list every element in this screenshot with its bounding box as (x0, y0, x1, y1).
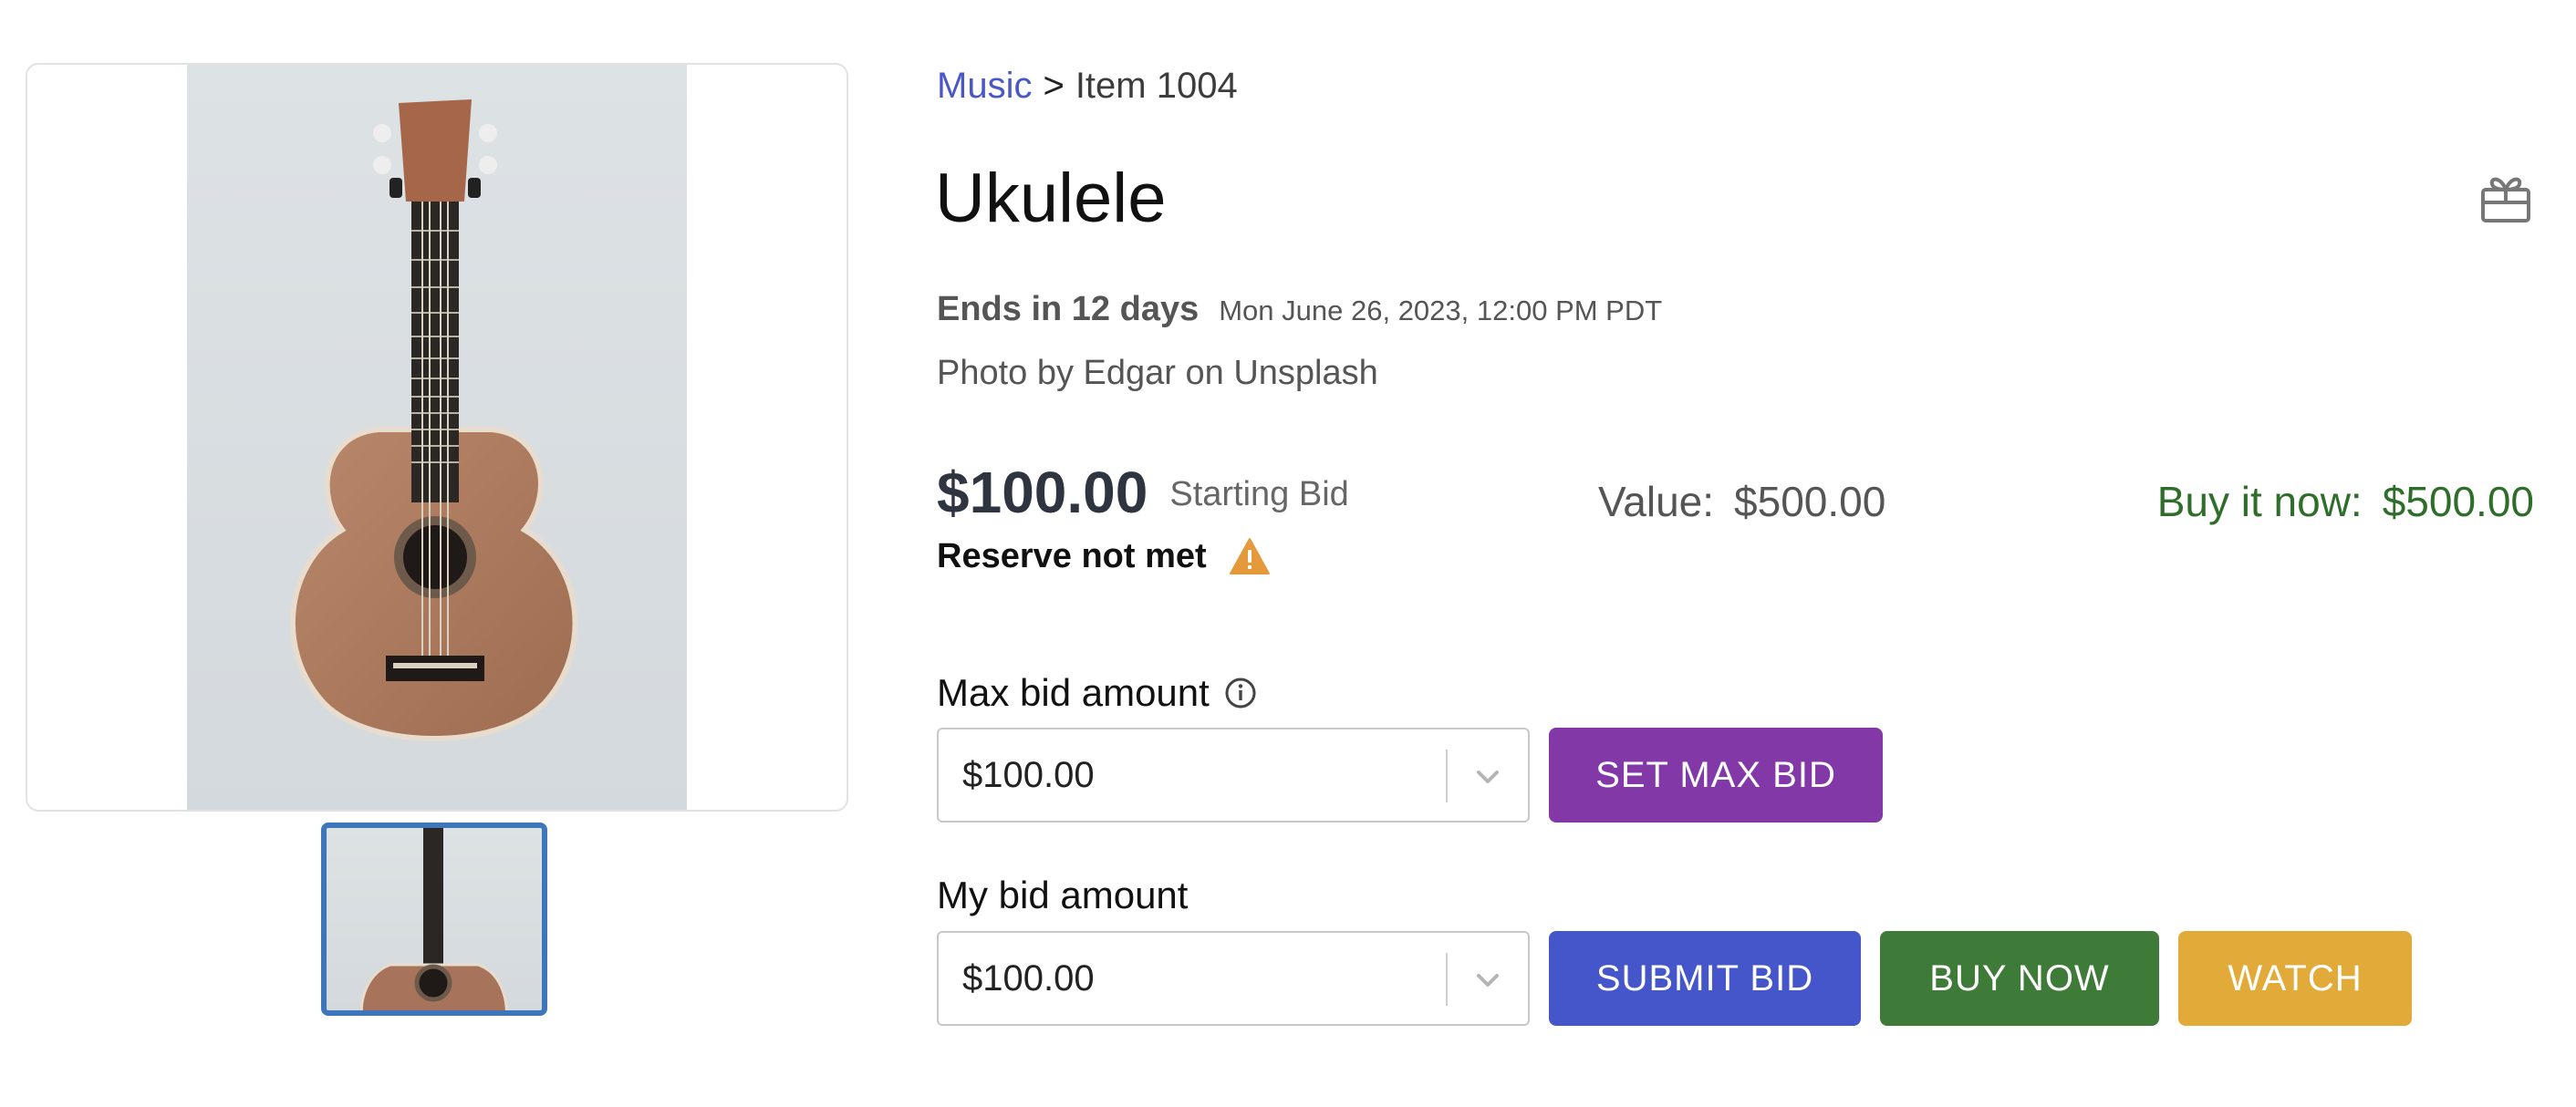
item-title: Ukulele (935, 160, 1167, 237)
item-value: Value: $500.00 (1598, 472, 1885, 531)
current-price: $100.00 (937, 460, 1148, 525)
my-bid-label: My bid amount (937, 870, 1188, 921)
max-bid-selected-value: $100.00 (962, 755, 1095, 795)
value-amount: $500.00 (1734, 478, 1886, 525)
my-bid-selected-value: $100.00 (962, 958, 1095, 998)
submit-bid-button[interactable]: SUBMIT BID (1549, 931, 1861, 1026)
reserve-status-text: Reserve not met (937, 536, 1207, 575)
gift-icon[interactable] (2479, 171, 2532, 224)
fullscreen-expand-icon[interactable] (721, 692, 784, 756)
my-bid-label-text: My bid amount (937, 874, 1189, 916)
end-date-text: Mon June 26, 2023, 12:00 PM PDT (1219, 295, 1663, 326)
buy-it-now-price: Buy it now: $500.00 (2157, 472, 2534, 531)
info-icon[interactable] (1224, 677, 1257, 709)
max-bid-select[interactable]: $100.00 (937, 728, 1530, 822)
buy-it-now-amount: $500.00 (2382, 478, 2534, 525)
value-label: Value: (1598, 478, 1715, 525)
warning-icon (1229, 538, 1270, 574)
max-bid-label-text: Max bid amount (937, 671, 1210, 714)
current-price-row: $100.00 Starting Bid (937, 456, 1349, 545)
watch-button[interactable]: WATCH (2178, 931, 2412, 1026)
ukulele-illustration (289, 99, 578, 741)
reserve-status: Reserve not met (937, 533, 1271, 579)
ends-in-text: Ends in 12 days (937, 290, 1200, 328)
breadcrumb-category-link[interactable]: Music (937, 66, 1032, 106)
ukulele-photo (187, 65, 687, 810)
price-label: Starting Bid (1169, 475, 1349, 513)
photo-credit: Photo by Edgar on Unsplash (937, 354, 1378, 392)
thumbnail-illustration (359, 828, 508, 1010)
breadcrumb-separator: > (1043, 66, 1065, 106)
my-bid-select[interactable]: $100.00 (937, 931, 1530, 1026)
buy-it-now-label: Buy it now: (2156, 478, 2363, 525)
set-max-bid-button[interactable]: SET MAX BID (1549, 728, 1883, 822)
select-divider (1446, 953, 1448, 1006)
select-divider (1446, 750, 1448, 802)
chevron-down-icon[interactable] (1471, 760, 1504, 793)
chevron-down-icon[interactable] (1471, 964, 1504, 997)
buy-now-button[interactable]: BUY NOW (1880, 931, 2159, 1026)
max-bid-label: Max bid amount (937, 667, 1257, 719)
main-image-panel[interactable] (26, 63, 848, 812)
breadcrumb-current: Item 1004 (1075, 66, 1238, 106)
breadcrumb: Music > Item 1004 (937, 62, 1238, 109)
auction-end-info: Ends in 12 days Mon June 26, 2023, 12:00 … (937, 286, 1662, 339)
ukulele-thumbnail[interactable] (321, 822, 547, 1016)
